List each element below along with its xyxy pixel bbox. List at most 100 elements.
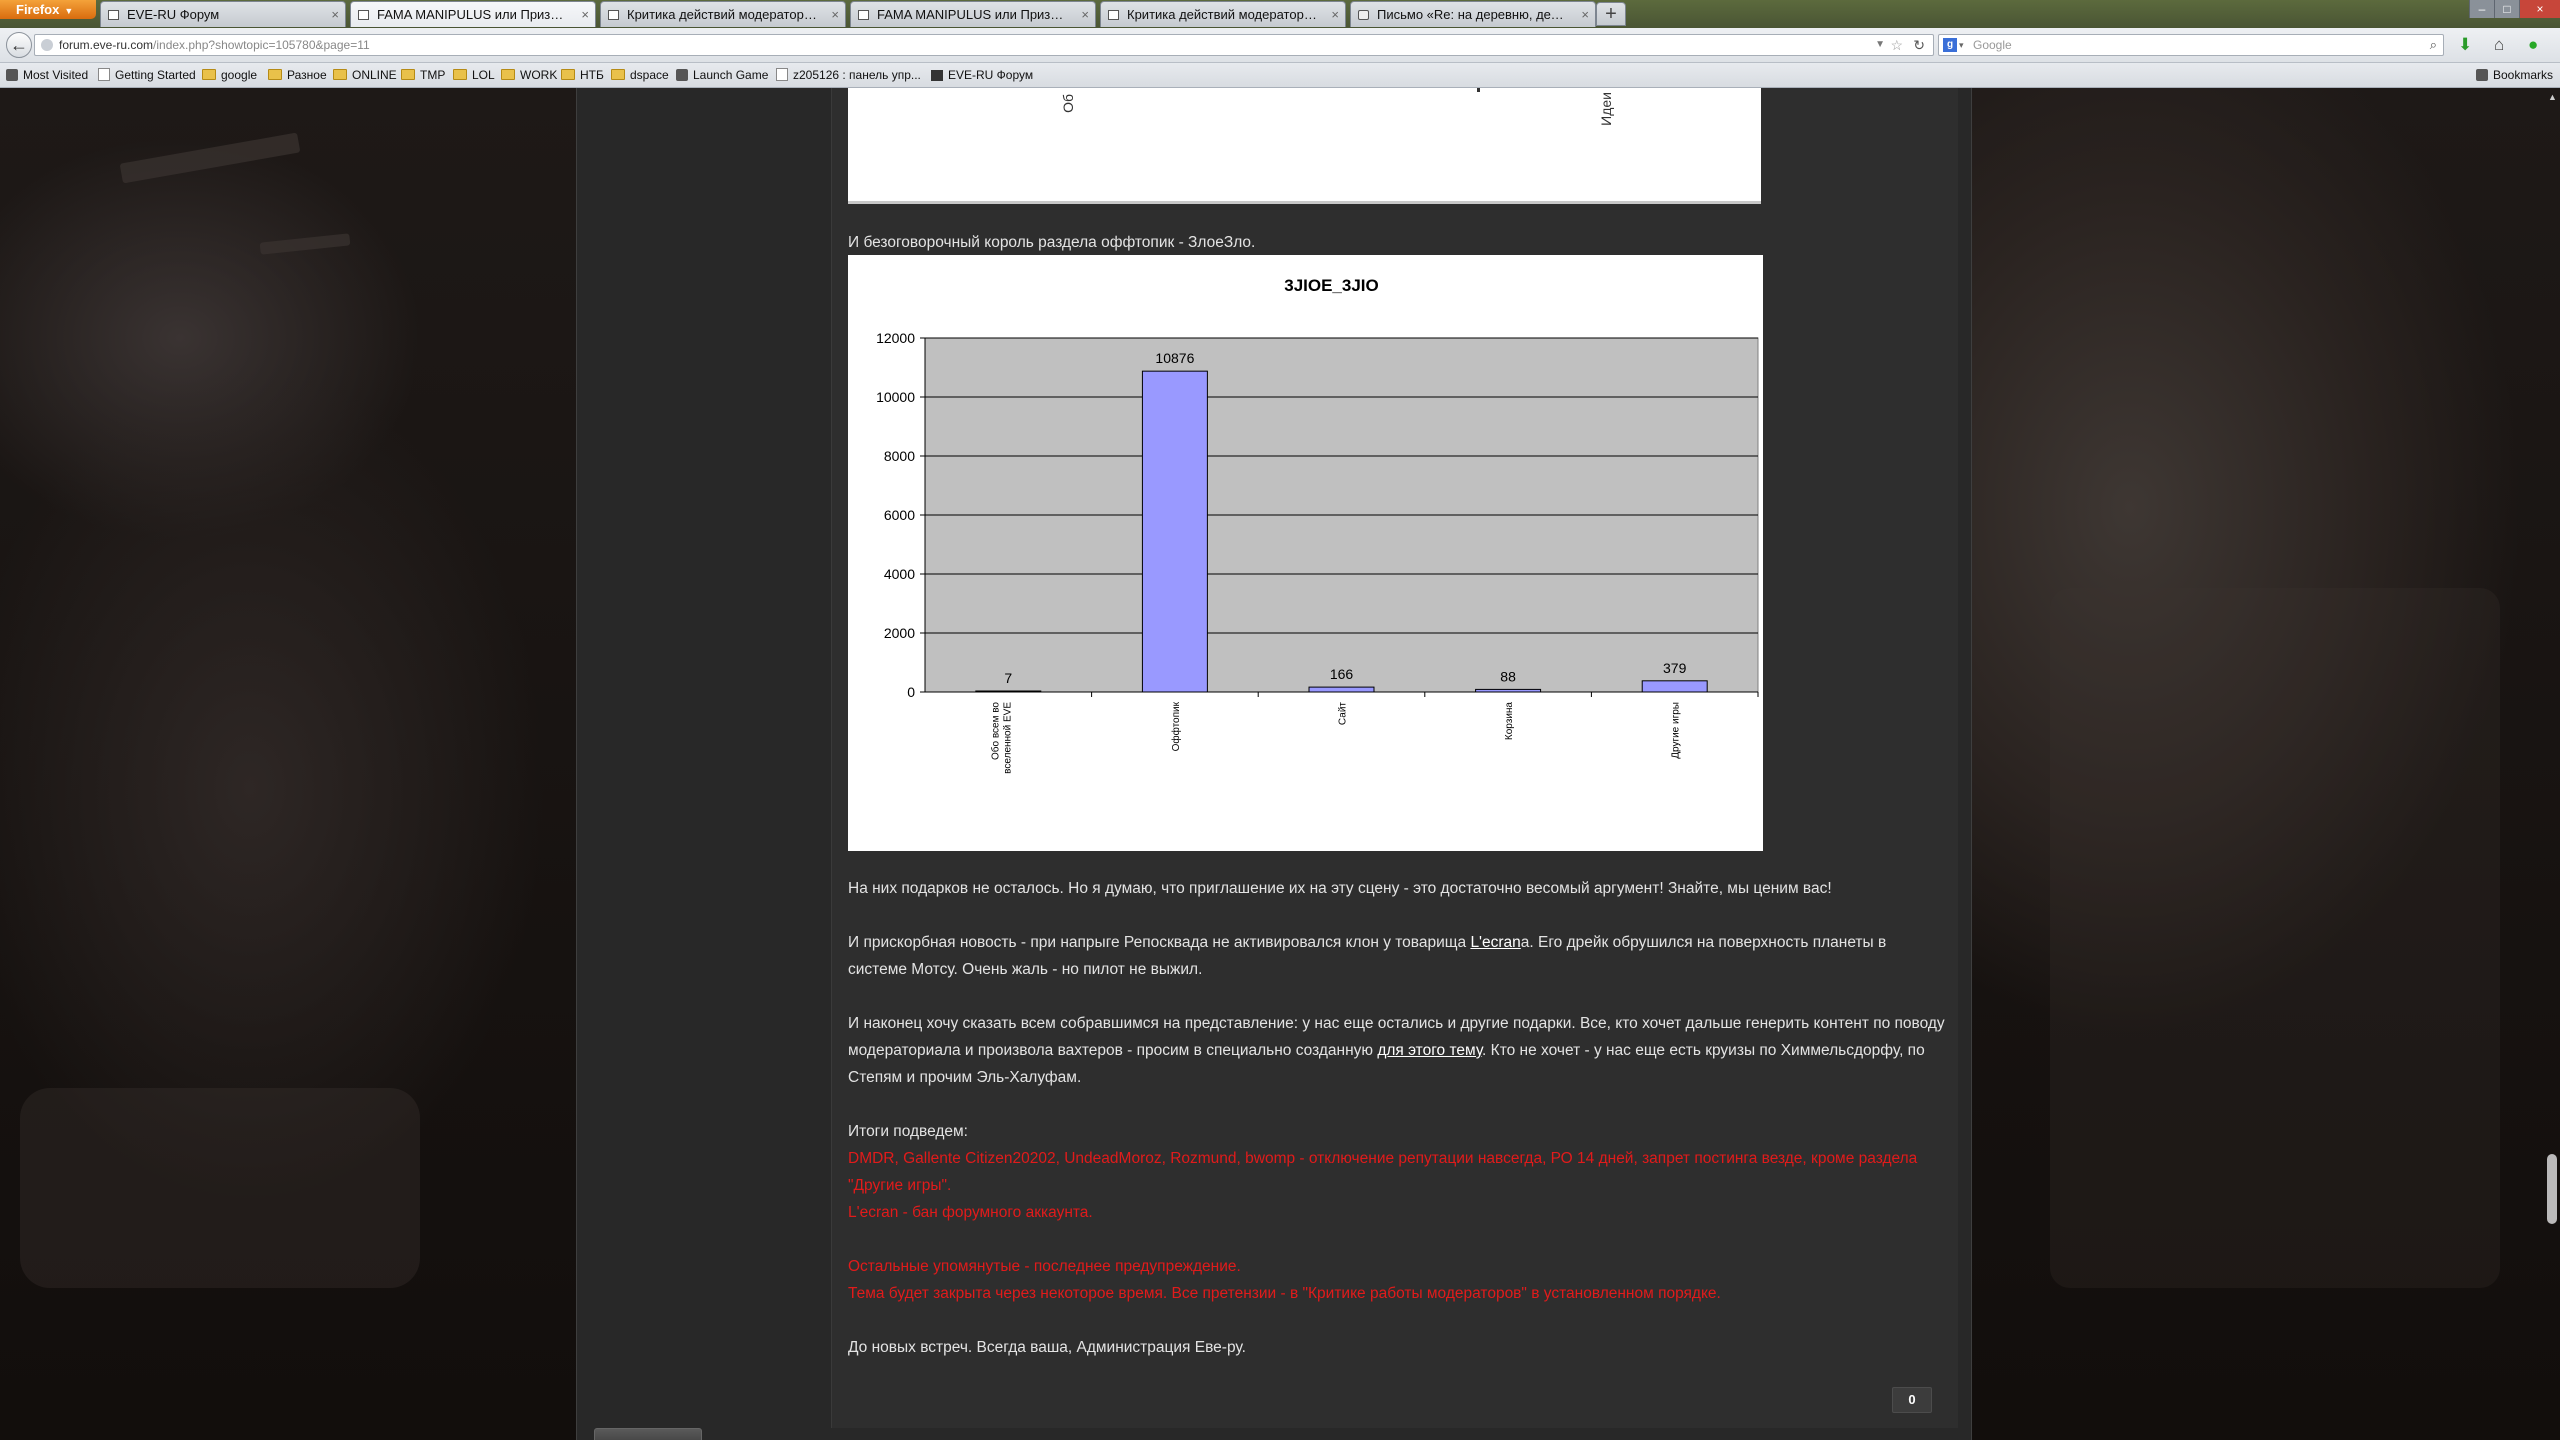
signoff: До новых встреч. Всегда ваша, Администра… (848, 1339, 1246, 1356)
tab-3[interactable]: FAMA MANIPULUS или Призрачны... × (850, 1, 1096, 27)
url-bar[interactable]: forum.eve-ru.com/index.php?showtopic=105… (34, 34, 1934, 56)
page-icon (1108, 10, 1119, 20)
close-icon[interactable]: × (1581, 2, 1589, 27)
tab-4[interactable]: Критика действий модераторов - Ст... × (1100, 1, 1346, 27)
bookmark-panel[interactable]: z205126 : панель упр... (776, 63, 921, 87)
close-window-icon[interactable]: × (2519, 0, 2560, 18)
tab-0[interactable]: EVE-RU Форум × (100, 1, 346, 27)
bookmark-folder-dspace[interactable]: dspace (611, 63, 669, 87)
new-tab-button[interactable]: + (1596, 2, 1626, 26)
data-label: 166 (1330, 666, 1354, 682)
close-icon[interactable]: × (1331, 2, 1339, 27)
tab-2[interactable]: Критика действий модераторов - Ст... × (600, 1, 846, 27)
tab-strip: Firefox ▼ EVE-RU Форум × FAMA MANIPULUS и… (0, 0, 2560, 28)
bookmark-folder-tmp[interactable]: TMP (401, 63, 445, 87)
close-icon[interactable]: × (331, 2, 339, 27)
bookmark-folder-google[interactable]: google (202, 63, 257, 87)
search-icon[interactable]: ⌕ (2430, 35, 2437, 55)
y-tick-label: 2000 (884, 625, 915, 641)
y-tick-label: 6000 (884, 507, 915, 523)
search-engine-dropdown-icon[interactable]: ▾ (1959, 35, 1964, 55)
bookmark-folder-online[interactable]: ONLINE (333, 63, 397, 87)
page-viewport: Об Идеи И безоговорочный король раздела … (0, 88, 2560, 1440)
tab-label: FAMA MANIPULUS или Призрачны... (877, 7, 1067, 22)
url-text[interactable]: forum.eve-ru.com/index.php?showtopic=105… (59, 35, 370, 55)
close-icon[interactable]: × (581, 2, 589, 27)
tab-5[interactable]: Письмо «Re: на деревню, дедушке» ... × (1350, 1, 1596, 27)
bookmarks-icon (2476, 69, 2488, 81)
bookmark-eve-ru-forum[interactable]: EVE-RU Форум (931, 63, 1033, 87)
home-icon[interactable]: ⌂ (2494, 36, 2504, 54)
x-tick-label: Сайт (1338, 702, 1349, 725)
back-arrow-icon[interactable]: ← (6, 32, 32, 58)
folder-icon (501, 69, 515, 80)
penalty-warning: Остальные упомянутые - последнее предупр… (848, 1258, 1241, 1275)
data-label: 7 (1004, 670, 1012, 686)
scroll-up-icon[interactable]: ▲ (2548, 92, 2557, 102)
bookmark-folder-raznoe[interactable]: Разное (268, 63, 327, 87)
y-tick-label: 4000 (884, 566, 915, 582)
folder-icon (401, 69, 415, 80)
user-link-lecran[interactable]: L'ecran (1470, 934, 1520, 951)
bookmark-folder-work[interactable]: WORK (501, 63, 557, 87)
folder-icon (268, 69, 282, 80)
data-label: 10876 (1155, 350, 1194, 366)
search-engine-icon[interactable]: g (1943, 38, 1957, 52)
firefox-menu-button[interactable]: Firefox ▼ (0, 0, 96, 19)
download-icon[interactable]: ⬇ (2458, 36, 2472, 54)
post-options-button[interactable] (594, 1428, 702, 1440)
launch-icon (676, 69, 688, 81)
folder-icon (333, 69, 347, 80)
chart-title: 3JIOE_3JIO (1284, 276, 1379, 295)
window-controls: – □ × (2469, 0, 2560, 18)
folder-icon (561, 69, 575, 80)
summary-title: Итоги подведем: (848, 1123, 968, 1140)
bookmarks-menu-button[interactable]: Bookmarks (2476, 63, 2553, 87)
bookmark-star-icon[interactable]: ☆ (1890, 35, 1903, 55)
site-identity-icon[interactable] (41, 39, 53, 51)
folder-icon (453, 69, 467, 80)
bookmark-most-visited[interactable]: Most Visited (6, 63, 88, 87)
close-icon[interactable]: × (1081, 2, 1089, 27)
y-tick-label: 12000 (876, 330, 915, 346)
previous-chart-axis-label: Об (1060, 94, 1076, 113)
previous-chart-mark (1477, 88, 1480, 92)
folder-icon (611, 69, 625, 80)
bookmark-getting-started[interactable]: Getting Started (98, 63, 196, 87)
close-icon[interactable]: × (831, 2, 839, 27)
history-dropdown-icon[interactable]: ▼ (1875, 35, 1885, 55)
penalty-ban: L'ecran - бан форумного аккаунта. (848, 1204, 1093, 1221)
tab-label: Критика действий модераторов - Ст... (1127, 7, 1317, 22)
station-decoration (2050, 588, 2500, 1288)
maximize-icon[interactable]: □ (2494, 0, 2519, 18)
page-icon (858, 10, 869, 20)
tab-label: Письмо «Re: на деревню, дедушке» ... (1377, 7, 1567, 22)
tab-1-active[interactable]: FAMA MANIPULUS или Призрачны... × (350, 1, 596, 27)
bookmark-folder-ntb[interactable]: НТБ (561, 63, 604, 87)
x-tick-label: Корзина (1504, 702, 1515, 741)
bookmark-folder-lol[interactable]: LOL (453, 63, 495, 87)
page-icon (98, 68, 110, 81)
scrollbar-thumb[interactable] (2547, 1154, 2557, 1224)
data-label: 379 (1663, 660, 1687, 676)
tab-label: FAMA MANIPULUS или Призрачны... (377, 7, 567, 22)
bar (975, 690, 1042, 693)
reputation-badge[interactable]: 0 (1892, 1387, 1932, 1413)
search-input[interactable]: Google (1973, 35, 2012, 55)
previous-chart-image: Об Идеи (848, 88, 1761, 204)
y-tick-label: 8000 (884, 448, 915, 464)
topic-link[interactable]: для этого тему (1377, 1042, 1482, 1059)
bookmark-launch-game[interactable]: Launch Game (676, 63, 768, 87)
bar-chart: 3JIOE_3JIO 0 2000 4000 6000 8000 10000 12000 7 Об… (876, 276, 1759, 774)
page-icon (608, 10, 619, 20)
eve-icon (931, 70, 943, 81)
post-text: На них подарков не осталось. Но я думаю,… (848, 875, 1948, 1361)
gear-icon (6, 69, 18, 81)
search-bar[interactable]: g ▾ Google ⌕ (1938, 34, 2444, 56)
addon-status-icon[interactable]: ● (2528, 36, 2538, 54)
reload-icon[interactable]: ↻ (1913, 35, 1925, 55)
data-label: 88 (1500, 668, 1516, 684)
x-tick-label: Другие игры (1671, 702, 1682, 759)
scrollbar[interactable]: ▲ (2544, 88, 2560, 1440)
minimize-icon[interactable]: – (2469, 0, 2494, 18)
